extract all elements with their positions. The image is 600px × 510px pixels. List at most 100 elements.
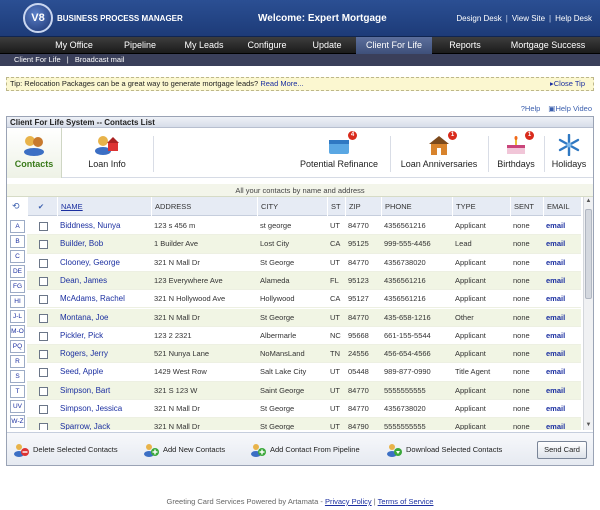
- email-link[interactable]: email: [543, 254, 581, 272]
- contact-name-link[interactable]: Simpson, Jessica: [57, 400, 149, 418]
- alpha-filter-pq[interactable]: PQ: [10, 340, 25, 353]
- scroll-down-icon[interactable]: ▼: [584, 421, 593, 430]
- tab-reports[interactable]: Reports: [432, 37, 498, 54]
- alpha-filter-hi[interactable]: HI: [10, 295, 25, 308]
- privacy-policy-link[interactable]: Privacy Policy: [325, 497, 372, 506]
- alpha-filter-jl[interactable]: J-L: [10, 310, 25, 323]
- alpha-filter-fg[interactable]: FG: [10, 280, 25, 293]
- alpha-filter-t[interactable]: T: [10, 385, 25, 398]
- contact-name-link[interactable]: McAdams, Rachel: [57, 290, 149, 308]
- email-link[interactable]: email: [543, 272, 581, 290]
- alpha-filter-de[interactable]: DE: [10, 265, 25, 278]
- row-checkbox[interactable]: [39, 276, 48, 286]
- select-all-check-icon[interactable]: ✔: [27, 197, 54, 216]
- table-scrollbar[interactable]: ▲ ▼: [583, 197, 593, 430]
- email-link[interactable]: email: [543, 400, 581, 418]
- email-link[interactable]: email: [543, 235, 581, 253]
- contact-zip: 84770: [348, 312, 369, 322]
- row-checkbox[interactable]: [39, 350, 48, 360]
- help-video-link[interactable]: ▣Help Video: [548, 104, 592, 113]
- row-checkbox[interactable]: [39, 331, 48, 341]
- help-desk-link[interactable]: Help Desk: [555, 14, 592, 23]
- add-new-contacts-button[interactable]: Add New Contacts: [144, 442, 225, 458]
- tab-mortgage-success[interactable]: Mortgage Success: [498, 37, 598, 54]
- email-link[interactable]: email: [543, 327, 581, 345]
- email-link[interactable]: email: [543, 345, 581, 363]
- contact-name-link[interactable]: Sparrow, Jack: [57, 418, 149, 430]
- email-link[interactable]: email: [543, 217, 581, 235]
- email-link[interactable]: email: [543, 418, 581, 430]
- row-checkbox[interactable]: [39, 240, 48, 250]
- alpha-filter-s[interactable]: S: [10, 370, 25, 383]
- row-checkbox[interactable]: [39, 222, 48, 231]
- alpha-filter-b[interactable]: B: [10, 235, 25, 248]
- add-contact-from-pipeline-button[interactable]: Add Contact From Pipeline: [251, 442, 360, 458]
- module-holidays[interactable]: Holidays: [545, 128, 593, 178]
- tab-client-for-life[interactable]: Client For Life: [356, 37, 432, 54]
- col-name[interactable]: NAME: [57, 197, 147, 216]
- scroll-thumb[interactable]: [585, 209, 592, 299]
- loan-info-icon: [95, 134, 119, 156]
- top-links: Design Desk | View Site | Help Desk: [456, 14, 592, 23]
- view-site-link[interactable]: View Site: [512, 14, 545, 23]
- contact-name-link[interactable]: Simpson, Bart: [57, 382, 149, 400]
- subnav-broadcast-mail[interactable]: Broadcast mail: [75, 55, 125, 64]
- module-potential-refinance[interactable]: 4 Potential Refinance: [290, 128, 388, 178]
- contact-name-link[interactable]: Clooney, George: [57, 254, 149, 272]
- module-loan-anniversaries[interactable]: 1 Loan Anniversaries: [392, 128, 486, 178]
- tab-my-office[interactable]: My Office: [40, 37, 108, 54]
- contact-zip: 95125: [348, 239, 369, 249]
- contact-name-link[interactable]: Dean, James: [57, 272, 149, 290]
- anniversaries-badge: 1: [448, 131, 457, 140]
- delete-selected-contacts-button[interactable]: Delete Selected Contacts: [14, 442, 118, 458]
- contact-address: 321 N Mall Dr: [154, 422, 200, 430]
- contact-phone: 989-877-0990: [384, 367, 431, 377]
- contact-name-link[interactable]: Rogers, Jerry: [57, 345, 149, 363]
- help-link[interactable]: ?Help: [521, 104, 541, 113]
- terms-of-service-link[interactable]: Terms of Service: [378, 497, 434, 506]
- module-contacts[interactable]: Contacts: [7, 128, 62, 178]
- design-desk-link[interactable]: Design Desk: [456, 14, 501, 23]
- row-checkbox[interactable]: [39, 313, 48, 323]
- contact-zip: 84790: [348, 422, 369, 430]
- module-birthdays[interactable]: 1 Birthdays: [490, 128, 542, 178]
- alpha-filter-r[interactable]: R: [10, 355, 25, 368]
- contact-name-link[interactable]: Montana, Joe: [57, 309, 149, 327]
- row-checkbox[interactable]: [39, 423, 48, 430]
- contact-name-link[interactable]: Seed, Apple: [57, 363, 149, 381]
- email-link[interactable]: email: [543, 382, 581, 400]
- read-more-link[interactable]: Read More...: [260, 79, 303, 88]
- tab-pipeline[interactable]: Pipeline: [108, 37, 172, 54]
- contact-phone: 999-555-4456: [384, 239, 431, 249]
- alpha-filter-mo[interactable]: M-O: [10, 325, 25, 338]
- email-link[interactable]: email: [543, 290, 581, 308]
- alpha-filter-c[interactable]: C: [10, 250, 25, 263]
- module-loan-info[interactable]: Loan Info: [71, 128, 143, 178]
- tab-configure[interactable]: Configure: [236, 37, 298, 54]
- contact-name-link[interactable]: Builder, Bob: [57, 235, 149, 253]
- subnav-client-for-life[interactable]: Client For Life: [14, 55, 61, 64]
- row-checkbox[interactable]: [39, 258, 48, 268]
- row-checkbox[interactable]: [39, 368, 48, 378]
- contact-name-link[interactable]: Biddness, Nunya: [57, 217, 149, 235]
- contact-sent: none: [513, 294, 530, 304]
- contact-sent: none: [513, 385, 530, 395]
- tab-update[interactable]: Update: [298, 37, 356, 54]
- email-link[interactable]: email: [543, 309, 581, 327]
- alpha-filter-wz[interactable]: W-Z: [10, 415, 25, 428]
- download-selected-contacts-button[interactable]: Download Selected Contacts: [387, 442, 502, 458]
- row-checkbox[interactable]: [39, 386, 48, 396]
- contact-state: UT: [330, 422, 340, 430]
- email-link[interactable]: email: [543, 363, 581, 381]
- tab-my-leads[interactable]: My Leads: [172, 37, 236, 54]
- send-card-button[interactable]: Send Card: [537, 441, 587, 459]
- contact-sent: none: [513, 312, 530, 322]
- contact-name-link[interactable]: Pickler, Pick: [57, 327, 149, 345]
- close-tip-link[interactable]: ▸Close Tip: [550, 78, 585, 90]
- row-checkbox[interactable]: [39, 405, 48, 414]
- alpha-filter-uv[interactable]: UV: [10, 400, 25, 413]
- scroll-up-icon[interactable]: ▲: [584, 197, 593, 206]
- refresh-icon[interactable]: ⟲: [12, 201, 25, 212]
- row-checkbox[interactable]: [39, 295, 48, 305]
- alpha-filter-a[interactable]: A: [10, 220, 25, 233]
